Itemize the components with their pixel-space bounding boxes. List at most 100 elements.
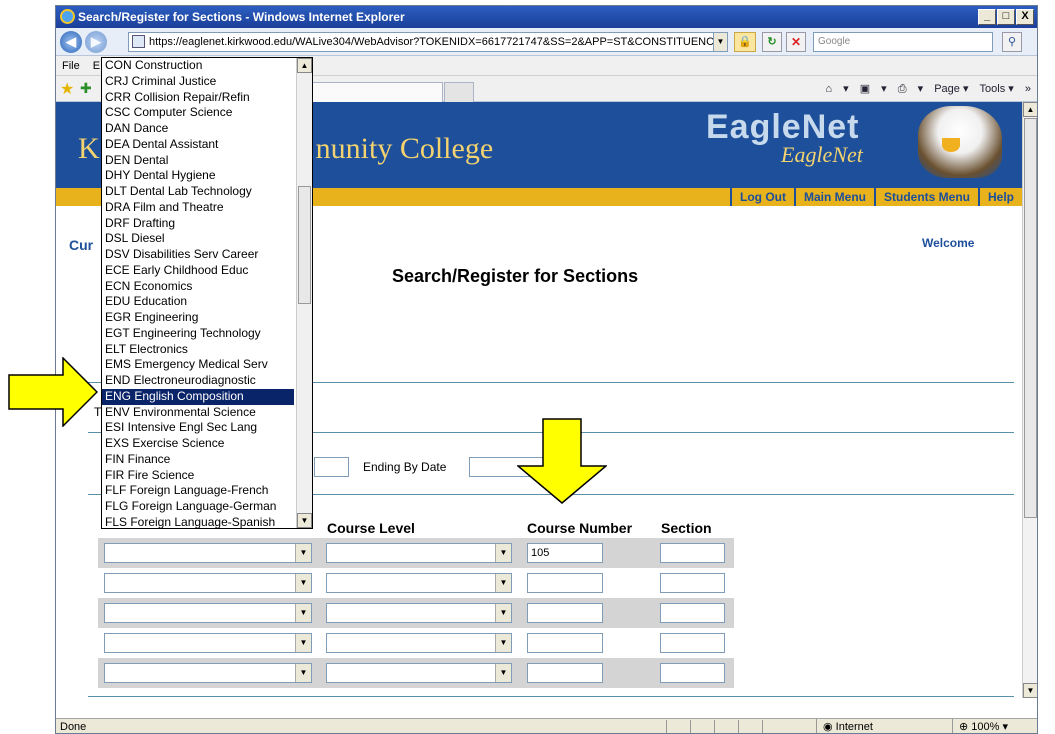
logout-link[interactable]: Log Out [730, 188, 794, 206]
starting-date-field[interactable] [314, 457, 349, 477]
dropdown-scrollbar[interactable]: ▲ ▼ [296, 58, 312, 528]
dropdown-option[interactable]: CON Construction [102, 58, 294, 74]
section-input[interactable] [660, 543, 725, 563]
course-number-input[interactable] [527, 663, 603, 683]
help-link[interactable]: Help [977, 188, 1022, 206]
course-number-input[interactable] [527, 603, 603, 623]
favorites-star-icon[interactable]: ★ [60, 79, 74, 99]
section-input[interactable] [660, 663, 725, 683]
search-input[interactable]: Google [813, 32, 993, 52]
dropdown-option[interactable]: DSV Disabilities Serv Career [102, 247, 294, 263]
scrollbar-thumb[interactable] [1024, 118, 1037, 518]
dropdown-option[interactable]: EDU Education [102, 294, 294, 310]
dropdown-option[interactable]: END Electroneurodiagnostic [102, 373, 294, 389]
dropdown-option[interactable]: FLS Foreign Language-Spanish [102, 515, 294, 528]
feeds-icon[interactable]: ▣ ▾ [860, 83, 887, 95]
dropdown-option[interactable]: ECE Early Childhood Educ [102, 263, 294, 279]
dropdown-option[interactable]: DRA Film and Theatre [102, 200, 294, 216]
tools-menu[interactable]: Tools ▾ [980, 83, 1014, 95]
dropdown-option[interactable]: FLG Foreign Language-German [102, 499, 294, 515]
section-input[interactable] [660, 573, 725, 593]
section-input[interactable] [660, 633, 725, 653]
menu-edit[interactable]: E [93, 60, 100, 72]
back-button[interactable]: ◀ [60, 31, 82, 53]
dropdown-option[interactable]: CRR Collision Repair/Refin [102, 90, 294, 106]
divider [88, 696, 1014, 697]
status-cell [714, 720, 736, 733]
section-input[interactable] [660, 603, 725, 623]
add-favorites-icon[interactable]: ✚ [80, 80, 92, 97]
course-level-select[interactable]: ▼ [326, 633, 512, 653]
dropdown-option[interactable]: DAN Dance [102, 121, 294, 137]
dropdown-option[interactable]: DSL Diesel [102, 231, 294, 247]
search-icon[interactable]: ⚲ [1002, 32, 1022, 52]
address-dropdown-button[interactable]: ▼ [713, 32, 728, 52]
close-button[interactable]: X [1016, 9, 1034, 25]
menu-file[interactable]: File [62, 60, 80, 72]
course-level-header: Course Level [327, 520, 415, 536]
dropdown-option[interactable]: DEN Dental [102, 153, 294, 169]
subject-select[interactable]: ▼ [104, 633, 312, 653]
subject-select[interactable]: ▼ [104, 543, 312, 563]
browser-tab[interactable] [311, 82, 443, 102]
minimize-button[interactable]: _ [978, 9, 996, 25]
students-menu-link[interactable]: Students Menu [873, 188, 978, 206]
scroll-up-icon[interactable]: ▲ [297, 58, 312, 73]
page-menu[interactable]: Page ▾ [934, 83, 968, 95]
zoom-control[interactable]: ⊕ 100% ▾ [952, 719, 1037, 733]
scroll-down-icon[interactable]: ▼ [1023, 683, 1037, 698]
table-row: ▼ ▼ 105 [98, 538, 734, 568]
dropdown-option[interactable]: FIR Fire Science [102, 468, 294, 484]
dropdown-option[interactable]: CSC Computer Science [102, 105, 294, 121]
table-row: ▼ ▼ [98, 658, 734, 688]
refresh-button[interactable]: ↻ [762, 32, 782, 52]
dropdown-option[interactable]: FIN Finance [102, 452, 294, 468]
chevron-down-icon: ▼ [495, 664, 511, 682]
main-menu-link[interactable]: Main Menu [793, 188, 874, 206]
subject-select[interactable]: ▼ [104, 663, 312, 683]
course-level-select[interactable]: ▼ [326, 603, 512, 623]
table-row: ▼ ▼ [98, 628, 734, 658]
dropdown-option[interactable]: FLF Foreign Language-French [102, 483, 294, 499]
scrollbar-thumb[interactable] [298, 186, 311, 304]
dropdown-option[interactable]: EGR Engineering [102, 310, 294, 326]
subject-select[interactable]: ▼ [104, 603, 312, 623]
address-bar[interactable]: https://eaglenet.kirkwood.edu/WALive304/… [128, 32, 728, 52]
course-level-select[interactable]: ▼ [326, 573, 512, 593]
course-level-select[interactable]: ▼ [326, 663, 512, 683]
course-level-select[interactable]: ▼ [326, 543, 512, 563]
home-icon[interactable]: ⌂ ▾ [825, 83, 848, 95]
dropdown-option[interactable]: EMS Emergency Medical Serv [102, 357, 294, 373]
dropdown-option[interactable]: DRF Drafting [102, 216, 294, 232]
maximize-button[interactable]: □ [997, 9, 1015, 25]
print-icon[interactable]: ⎙ ▾ [898, 83, 923, 95]
dropdown-option[interactable]: EXS Exercise Science [102, 436, 294, 452]
subject-dropdown-list[interactable]: CON Construction CRJ Criminal Justice CRR … [101, 57, 313, 529]
dropdown-option[interactable]: DEA Dental Assistant [102, 137, 294, 153]
dropdown-option[interactable]: EGT Engineering Technology [102, 326, 294, 342]
stop-button[interactable]: ✕ [786, 32, 806, 52]
chevron-down-icon: ▼ [495, 604, 511, 622]
dropdown-option[interactable]: ENV Environmental Science [102, 405, 294, 421]
dropdown-option[interactable]: ECN Economics [102, 279, 294, 295]
chevron-down-icon: ▼ [295, 604, 311, 622]
course-number-input[interactable]: 105 [527, 543, 603, 563]
lock-icon[interactable]: 🔒 [734, 32, 756, 52]
page-scrollbar[interactable]: ▲ ▼ [1022, 102, 1037, 698]
forward-button[interactable]: ▶ [85, 31, 107, 53]
dropdown-option[interactable]: DLT Dental Lab Technology [102, 184, 294, 200]
ie-logo-icon [60, 9, 75, 24]
subject-select[interactable]: ▼ [104, 573, 312, 593]
scroll-down-icon[interactable]: ▼ [297, 513, 312, 528]
dropdown-option[interactable]: DHY Dental Hygiene [102, 168, 294, 184]
course-number-input[interactable] [527, 573, 603, 593]
course-number-input[interactable] [527, 633, 603, 653]
more-chevron-icon[interactable]: » [1025, 83, 1031, 95]
status-cell [738, 720, 760, 733]
dropdown-option[interactable]: ENG English Composition [102, 388, 294, 405]
new-tab-button[interactable] [444, 82, 474, 102]
dropdown-option[interactable]: ESI Intensive Engl Sec Lang [102, 420, 294, 436]
scroll-up-icon[interactable]: ▲ [1023, 102, 1037, 117]
dropdown-option[interactable]: ELT Electronics [102, 342, 294, 358]
dropdown-option[interactable]: CRJ Criminal Justice [102, 74, 294, 90]
